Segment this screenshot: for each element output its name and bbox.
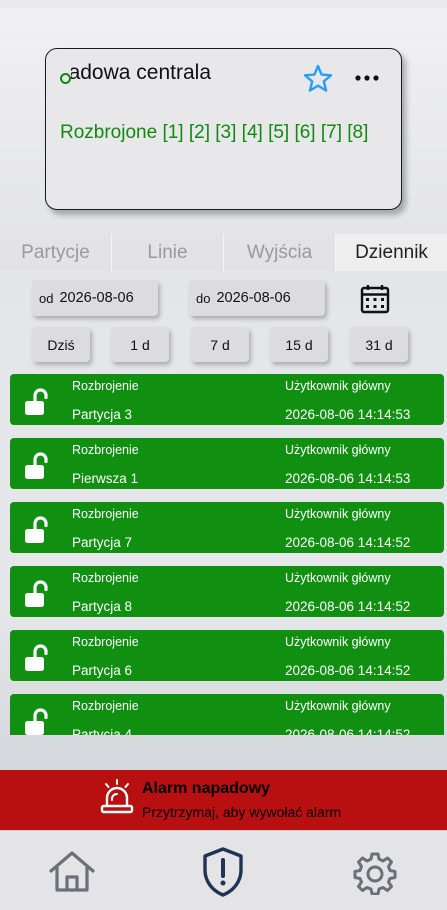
date-from-prefix: od <box>39 290 54 306</box>
range-15d-button[interactable]: 15 d <box>270 327 328 362</box>
shield-alert-icon[interactable] <box>201 846 245 898</box>
range-7d-button[interactable]: 7 d <box>191 327 249 362</box>
date-from-value: 2026-08-06 <box>59 290 134 306</box>
alarm-subtitle: Przytrzymaj, aby wywołać alarm <box>142 804 342 820</box>
log-timestamp: 2026-08-06 14:14:53 <box>285 471 411 486</box>
home-icon[interactable] <box>48 850 96 894</box>
log-user: Użytkownik główny <box>285 379 391 393</box>
log-partition: Partycja 8 <box>72 599 133 614</box>
log-event-type: Rozbrojenie <box>72 635 139 649</box>
log-event-type: Rozbrojenie <box>72 379 139 393</box>
event-log-list[interactable]: Rozbrojenie Użytkownik główny Partycja 3… <box>0 372 447 735</box>
log-item[interactable]: Rozbrojenie Użytkownik główny Partycja 8… <box>10 566 444 617</box>
log-user: Użytkownik główny <box>285 507 391 521</box>
tab-log[interactable]: Dziennik <box>336 234 447 271</box>
tab-bar: Partycje Linie Wyjścia Dziennik <box>0 234 447 271</box>
connection-status-icon <box>60 73 71 84</box>
central-card[interactable]: Szkoladowa centrala Rozbrojone [1] [2] [… <box>45 48 402 210</box>
partition-status-text: Rozbrojone [1] [2] [3] [4] [5] [6] [7] [… <box>60 122 369 143</box>
log-partition: Partycja 3 <box>72 407 133 422</box>
log-item[interactable]: Rozbrojenie Użytkownik główny Partycja 7… <box>10 502 444 553</box>
log-user: Użytkownik główny <box>285 443 391 457</box>
date-to-prefix: do <box>196 290 211 306</box>
log-event-type: Rozbrojenie <box>72 443 139 457</box>
gear-icon[interactable] <box>353 851 397 895</box>
range-today-button[interactable]: Dziś <box>32 327 90 362</box>
log-timestamp: 2026-08-06 14:14:53 <box>285 407 411 422</box>
log-partition: Partycja 6 <box>72 663 133 678</box>
unlocked-padlock-icon <box>25 516 48 543</box>
unlocked-padlock-icon <box>25 580 48 607</box>
more-options-icon[interactable] <box>355 74 379 82</box>
log-partition: Partycja 7 <box>72 535 133 550</box>
tab-outputs[interactable]: Wyjścia <box>224 234 336 271</box>
log-event-type: Rozbrojenie <box>72 699 139 713</box>
log-user: Użytkownik główny <box>285 635 391 649</box>
unlocked-padlock-icon <box>25 644 48 671</box>
date-to-field[interactable]: do 2026-08-06 <box>189 280 325 316</box>
range-1d-button[interactable]: 1 d <box>111 327 169 362</box>
date-to-value: 2026-08-06 <box>216 290 291 306</box>
tab-partitions[interactable]: Partycje <box>0 234 112 271</box>
log-partition: Pierwsza 1 <box>72 471 139 486</box>
date-from-field[interactable]: od 2026-08-06 <box>32 280 158 316</box>
log-item[interactable]: Rozbrojenie Użytkownik główny Partycja 6… <box>10 630 444 681</box>
log-partition: Partycja 4 <box>72 727 133 735</box>
log-timestamp: 2026-08-06 14:14:52 <box>285 663 411 678</box>
alarm-siren-icon <box>100 779 134 814</box>
panic-alarm-button[interactable] <box>0 770 447 830</box>
calendar-icon[interactable] <box>358 282 392 316</box>
log-timestamp: 2026-08-06 14:14:52 <box>285 535 411 550</box>
log-item[interactable]: Rozbrojenie Użytkownik główny Partycja 4… <box>10 694 444 735</box>
favorite-star-icon[interactable] <box>302 63 334 95</box>
central-name: Szkoladowa centrala <box>71 61 211 84</box>
log-item[interactable]: Rozbrojenie Użytkownik główny Partycja 3… <box>10 374 444 425</box>
unlocked-padlock-icon <box>25 452 48 479</box>
range-31d-button[interactable]: 31 d <box>350 327 408 362</box>
log-user: Użytkownik główny <box>285 571 391 585</box>
log-event-type: Rozbrojenie <box>72 571 139 585</box>
unlocked-padlock-icon <box>25 388 48 415</box>
log-timestamp: 2026-08-06 14:14:52 <box>285 727 411 735</box>
log-item[interactable]: Rozbrojenie Użytkownik główny Pierwsza 1… <box>10 438 444 489</box>
unlocked-padlock-icon <box>25 708 48 735</box>
log-user: Użytkownik główny <box>285 699 391 713</box>
status-bar-area <box>0 0 447 8</box>
log-timestamp: 2026-08-06 14:14:52 <box>285 599 411 614</box>
tab-lines[interactable]: Linie <box>112 234 224 271</box>
alarm-title: Alarm napadowy <box>142 780 271 797</box>
log-event-type: Rozbrojenie <box>72 507 139 521</box>
